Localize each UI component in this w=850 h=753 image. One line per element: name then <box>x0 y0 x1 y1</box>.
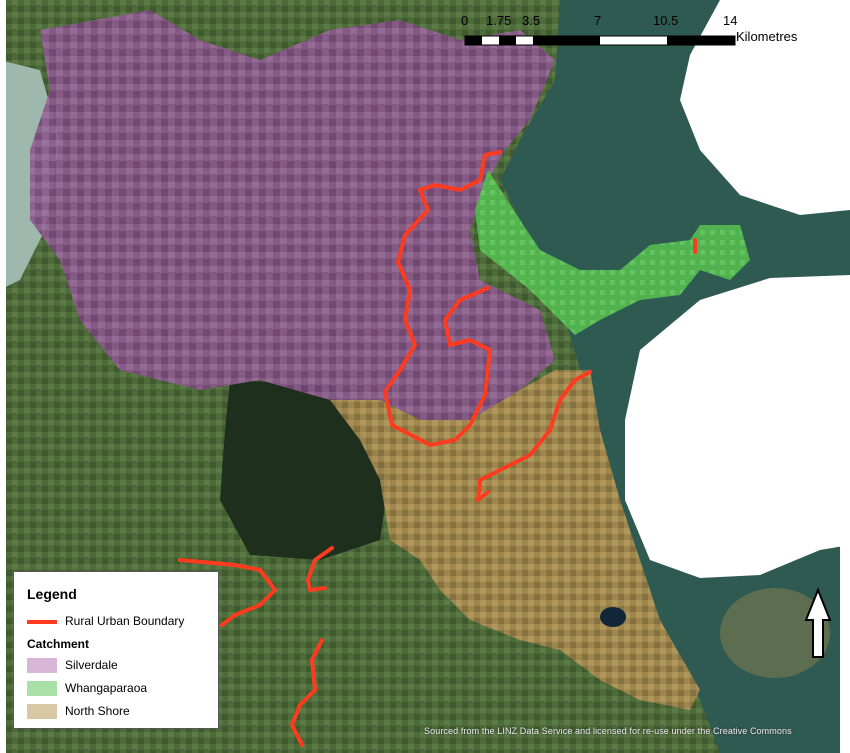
legend-row-north-shore: North Shore <box>27 704 130 720</box>
legend-label-whangaparaoa: Whangaparaoa <box>65 681 148 695</box>
legend-label-boundary: Rural Urban Boundary <box>65 614 185 628</box>
legend-label-north-shore: North Shore <box>65 704 130 718</box>
attribution-text: Sourced from the LINZ Data Service and l… <box>424 726 792 736</box>
scale-bar: 0 1.75 3.5 7 10.5 14 Kilometres <box>461 13 801 47</box>
legend-swatch-north-shore <box>27 704 57 720</box>
lake-area <box>600 607 626 627</box>
scale-tick-1: 1.75 <box>486 13 512 28</box>
legend-label-silverdale: Silverdale <box>65 658 118 672</box>
scale-tick-4: 10.5 <box>653 13 679 28</box>
legend-title: Legend <box>27 586 77 602</box>
map-legend: Legend Rural Urban Boundary Catchment Si… <box>13 571 219 729</box>
legend-row-whangaparaoa: Whangaparaoa <box>27 681 148 697</box>
scale-tick-3: 7 <box>594 13 602 28</box>
legend-swatch-whangaparaoa <box>27 681 57 697</box>
legend-swatch-silverdale <box>27 658 57 674</box>
scale-tick-2: 3.5 <box>522 13 541 28</box>
legend-row-boundary: Rural Urban Boundary <box>27 614 184 628</box>
nodata-bottom-right <box>840 545 850 753</box>
legend-swatch-boundary <box>27 619 57 624</box>
legend-row-silverdale: Silverdale <box>27 658 118 674</box>
scale-unit: Kilometres <box>736 29 798 44</box>
nodata-left-strip <box>0 0 6 753</box>
scale-tick-5: 14 <box>723 13 738 28</box>
legend-section-title: Catchment <box>27 637 90 651</box>
scale-tick-0: 0 <box>461 13 469 28</box>
